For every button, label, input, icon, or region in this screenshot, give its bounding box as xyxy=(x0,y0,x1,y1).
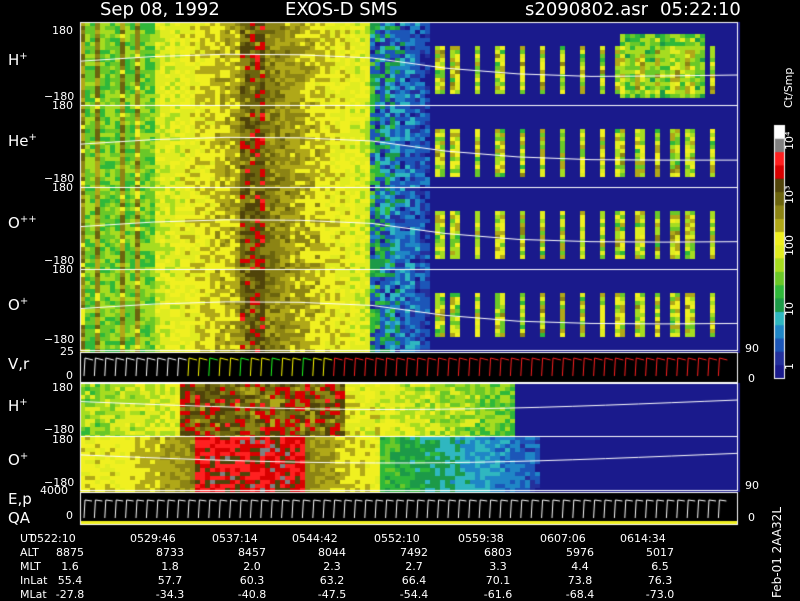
orbit-cell: 3.3 xyxy=(489,560,507,573)
orbit-cell: -34.3 xyxy=(155,588,185,601)
ytick-top-vr: 25 xyxy=(60,345,74,358)
orbit-cell: 0607:06 xyxy=(540,532,586,545)
right-tick-90-a: 90 xyxy=(745,342,759,355)
ytick-top-op: 180 xyxy=(52,263,73,276)
colorbar-tick-100: 100 xyxy=(783,235,796,256)
orbit-cell: -40.8 xyxy=(237,588,267,601)
orbit-row-name: MLat xyxy=(20,588,47,601)
title-date: Sep 08, 1992 xyxy=(100,0,220,20)
orbit-cell: 0614:34 xyxy=(620,532,666,545)
footer-code: Feb-01 2AA32L xyxy=(770,506,784,598)
ytick-top-he: 180 xyxy=(52,99,73,112)
ytick-top-o-lower: 180 xyxy=(52,433,73,446)
panel-label-h-plus: H+ xyxy=(8,51,28,69)
title-file: s2090802.asr xyxy=(525,0,649,20)
orbit-cell: 0552:10 xyxy=(374,532,420,545)
spectrogram-plot xyxy=(0,0,800,600)
colorbar-unit-label: Ct/Smp xyxy=(782,67,795,108)
right-tick-90-b: 90 xyxy=(745,479,759,492)
panel-label-o-plus-lower: O+ xyxy=(8,451,29,469)
orbit-cell: 73.8 xyxy=(567,574,593,587)
orbit-cell: 0559:38 xyxy=(458,532,504,545)
orbit-cell: -27.8 xyxy=(55,588,85,601)
orbit-cell: 76.3 xyxy=(647,574,673,587)
colorbar-tick-1: 1 xyxy=(783,363,796,370)
orbit-cell: 8875 xyxy=(56,546,84,559)
ytick-top-h: 180 xyxy=(52,24,73,37)
orbit-row-name: ALT xyxy=(20,546,39,559)
orbit-cell: 66.4 xyxy=(401,574,427,587)
orbit-cell: 8457 xyxy=(238,546,266,559)
orbit-cell: 2.3 xyxy=(323,560,341,573)
orbit-cell: 0522:10 xyxy=(30,532,76,545)
ytick-bottom-vr: 0 xyxy=(66,369,73,382)
orbit-cell: 0529:46 xyxy=(130,532,176,545)
orbit-cell: -68.4 xyxy=(565,588,595,601)
orbit-cell: 70.1 xyxy=(485,574,511,587)
orbit-cell: 7492 xyxy=(400,546,428,559)
panel-label-h-plus-lower: H+ xyxy=(8,397,28,415)
panel-label-ep: E,p xyxy=(8,490,32,508)
orbit-cell: 2.7 xyxy=(405,560,423,573)
title-instrument: EXOS-D SMS xyxy=(285,0,398,20)
right-tick-0-b: 0 xyxy=(748,511,755,524)
orbit-cell: 63.2 xyxy=(319,574,345,587)
colorbar-tick-10: 10 xyxy=(783,302,796,316)
panel-label-o-plus-plus: O++ xyxy=(8,214,37,232)
orbit-cell: 2.0 xyxy=(243,560,261,573)
orbit-cell: 57.7 xyxy=(157,574,183,587)
orbit-cell: 6.5 xyxy=(651,560,669,573)
orbit-cell: 1.6 xyxy=(61,560,79,573)
panel-label-he-plus: He+ xyxy=(8,132,37,150)
orbit-cell: 8044 xyxy=(318,546,346,559)
orbit-cell: 0544:42 xyxy=(292,532,338,545)
orbit-cell: 5017 xyxy=(646,546,674,559)
ytick-top-opp: 180 xyxy=(52,181,73,194)
orbit-cell: -54.4 xyxy=(399,588,429,601)
orbit-cell: -73.0 xyxy=(645,588,675,601)
orbit-cell: 6803 xyxy=(484,546,512,559)
ytick-bottom-op: −180 xyxy=(44,333,75,346)
colorbar-tick-1e3: 10³ xyxy=(783,185,796,204)
orbit-cell: 5976 xyxy=(566,546,594,559)
ytick-bottom-ep: 0 xyxy=(66,509,73,522)
panel-label-qa: QA xyxy=(8,509,31,527)
colorbar-tick-1e4: 10⁴ xyxy=(783,131,796,150)
orbit-cell: -61.6 xyxy=(483,588,513,601)
title-time: 05:22:10 xyxy=(660,0,741,20)
orbit-cell: 8733 xyxy=(156,546,184,559)
orbit-cell: 55.4 xyxy=(57,574,83,587)
orbit-cell: 4.4 xyxy=(571,560,589,573)
orbit-cell: -47.5 xyxy=(317,588,347,601)
orbit-row-name: MLT xyxy=(20,560,41,573)
ytick-top-ep: 4000 xyxy=(40,484,68,497)
orbit-cell: 0537:14 xyxy=(212,532,258,545)
right-tick-0-a: 0 xyxy=(748,372,755,385)
orbit-cell: 60.3 xyxy=(239,574,265,587)
panel-label-o-plus: O+ xyxy=(8,296,29,314)
panel-label-vr: V,r xyxy=(8,355,30,373)
ytick-top-h-lower: 180 xyxy=(52,381,73,394)
orbit-cell: 1.8 xyxy=(161,560,179,573)
